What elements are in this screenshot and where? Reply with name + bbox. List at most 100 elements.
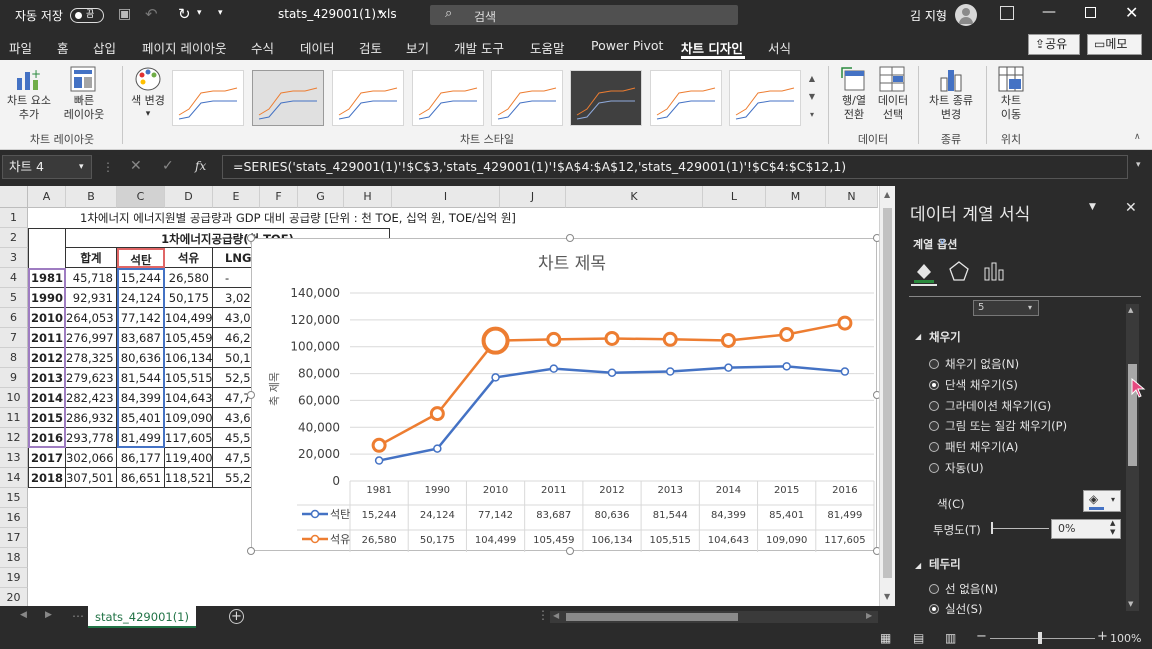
coal-point[interactable] [491,373,500,382]
border-section-header[interactable]: 테두리 [929,556,961,572]
quick-layout-label[interactable]: 빠른 레이아웃 [54,94,114,122]
tab-insert[interactable]: 삽입 [93,38,116,57]
row-header[interactable]: 3 [0,248,28,268]
table-cell[interactable]: 80,636 [117,348,165,368]
move-chart-label[interactable]: 차트 이동 [990,94,1032,122]
row-header[interactable]: 17 [0,528,28,548]
page-layout-view-icon[interactable]: ▤ [913,631,924,645]
row-header[interactable]: 15 [0,488,28,508]
coal-point[interactable] [433,444,442,453]
tab-page-layout[interactable]: 페이지 레이아웃 [142,38,226,57]
year-cell[interactable]: 2016 [28,428,66,448]
tab-chart-design[interactable]: 차트 디자인 [681,38,743,57]
column-header[interactable]: F [260,186,298,208]
enter-icon[interactable]: ✓ [162,158,174,174]
table-cell[interactable]: 26,580 [165,268,213,288]
table-cell[interactable]: 50,175 [165,288,213,308]
sheet-tab-active[interactable]: stats_429001(1) [88,606,196,628]
chevron-down-icon[interactable]: ∨ [939,237,946,247]
avatar[interactable] [955,4,977,26]
coal-point[interactable] [840,367,850,376]
table-cell[interactable]: 276,997 [66,328,117,348]
table-cell[interactable]: 278,325 [66,348,117,368]
row-header[interactable]: 16 [0,508,28,528]
sheet-title[interactable]: 1차에너지 에너지원별 공급량과 GDP 대비 공급량 [단위 : 천 TOE,… [80,208,516,228]
cancel-icon[interactable]: ✕ [130,158,142,174]
table-cell[interactable]: 24,124 [117,288,165,308]
tab-data[interactable]: 데이터 [300,38,335,57]
table-cell[interactable]: 85,401 [117,408,165,428]
fill-option-radio[interactable] [929,380,939,390]
y-axis-title[interactable]: 축 제목 [268,372,281,406]
select-all-corner[interactable] [0,186,28,208]
column-header[interactable]: H [344,186,392,208]
fill-option-label[interactable]: 자동(U) [945,460,984,476]
table-header[interactable]: 석유 [165,248,213,268]
fill-option-label[interactable]: 채우기 없음(N) [945,356,1019,372]
search-box[interactable]: ⌕ 검색 [430,5,738,25]
autosave-toggle[interactable]: 끔 [70,8,104,23]
fill-option-radio[interactable] [929,359,939,369]
year-cell[interactable]: 2012 [28,348,66,368]
column-header[interactable]: I [392,186,500,208]
coal-point[interactable] [782,362,791,371]
oil-point[interactable] [779,327,795,343]
close-icon[interactable]: ✕ [1125,3,1138,22]
year-cell[interactable]: 2013 [28,368,66,388]
table-cell[interactable]: 81,544 [117,368,165,388]
chevron-down-icon[interactable]: ▾ [79,156,84,178]
fill-option-label[interactable]: 그라데이션 채우기(G) [945,398,1051,414]
chevron-down-icon[interactable]: ▾ [1111,495,1115,504]
next-sheet-icon[interactable]: ▶ [45,610,52,620]
scroll-up-icon[interactable]: ▲ [1128,306,1133,314]
zoom-level[interactable]: 100% [1110,632,1141,645]
chevron-down-icon[interactable]: ▾ [143,107,153,121]
chart-style-5[interactable] [491,70,563,126]
scroll-right-icon[interactable]: ▶ [866,611,872,620]
fill-option-label[interactable]: 그림 또는 질감 채우기(P) [945,418,1067,434]
redo-dropdown-icon[interactable]: ▾ [197,8,202,18]
tab-help[interactable]: 도움말 [530,38,565,57]
switch-row-column-button[interactable] [840,66,866,92]
row-header[interactable]: 9 [0,368,28,388]
row-header[interactable]: 7 [0,328,28,348]
collapse-icon[interactable]: ◢ [915,561,921,570]
zoom-slider[interactable] [990,638,1095,639]
coal-point[interactable] [374,456,384,465]
ribbon-display-icon[interactable] [1000,6,1014,20]
scroll-left-icon[interactable]: ◀ [553,611,559,620]
coal-point[interactable] [549,364,559,373]
tab-power-pivot[interactable]: Power Pivot [591,38,663,53]
border-option-radio[interactable] [929,584,939,594]
row-header[interactable]: 18 [0,548,28,568]
collapse-ribbon-icon[interactable]: ∧ [1134,132,1141,142]
oil-point[interactable] [662,331,678,347]
table-cell[interactable]: 264,053 [66,308,117,328]
chart-title[interactable]: 차트 제목 [538,254,606,274]
expand-formula-icon[interactable]: ▾ [1136,160,1141,170]
chevron-down-icon[interactable]: ▾ [378,8,383,18]
chart-area[interactable]: 차트 제목 축 제목 0 20,000 40,000 60,000 80,000 100,… [251,238,877,556]
fill-line-icon[interactable] [911,258,937,286]
coal-point[interactable] [724,363,733,372]
oil-point[interactable] [837,315,853,331]
oil-point[interactable] [481,326,510,355]
scroll-up-icon[interactable]: ▲ [884,190,890,199]
oil-point[interactable] [720,332,736,348]
close-pane-icon[interactable]: ✕ [1125,200,1137,216]
pane-options-icon[interactable]: ▼ [1089,202,1096,212]
chart-style-7[interactable] [650,70,722,126]
add-chart-element-label[interactable]: 차트 요소 추가 [2,94,56,122]
column-header[interactable]: A [28,186,66,208]
change-chart-type-label[interactable]: 차트 종류 변경 [924,94,978,122]
oil-point[interactable] [604,330,620,346]
minimize-icon[interactable]: — [1042,4,1056,20]
oil-point[interactable] [546,331,562,347]
change-chart-type-button[interactable] [938,66,964,92]
table-cell[interactable]: 105,515 [165,368,213,388]
table-cell[interactable]: 15,244 [117,268,165,288]
fill-option-radio[interactable] [929,442,939,452]
year-cell[interactable]: 1981 [28,268,66,288]
tab-developer[interactable]: 개발 도구 [454,38,504,57]
spinner-icon[interactable]: ▲ ▼ [1110,519,1115,537]
